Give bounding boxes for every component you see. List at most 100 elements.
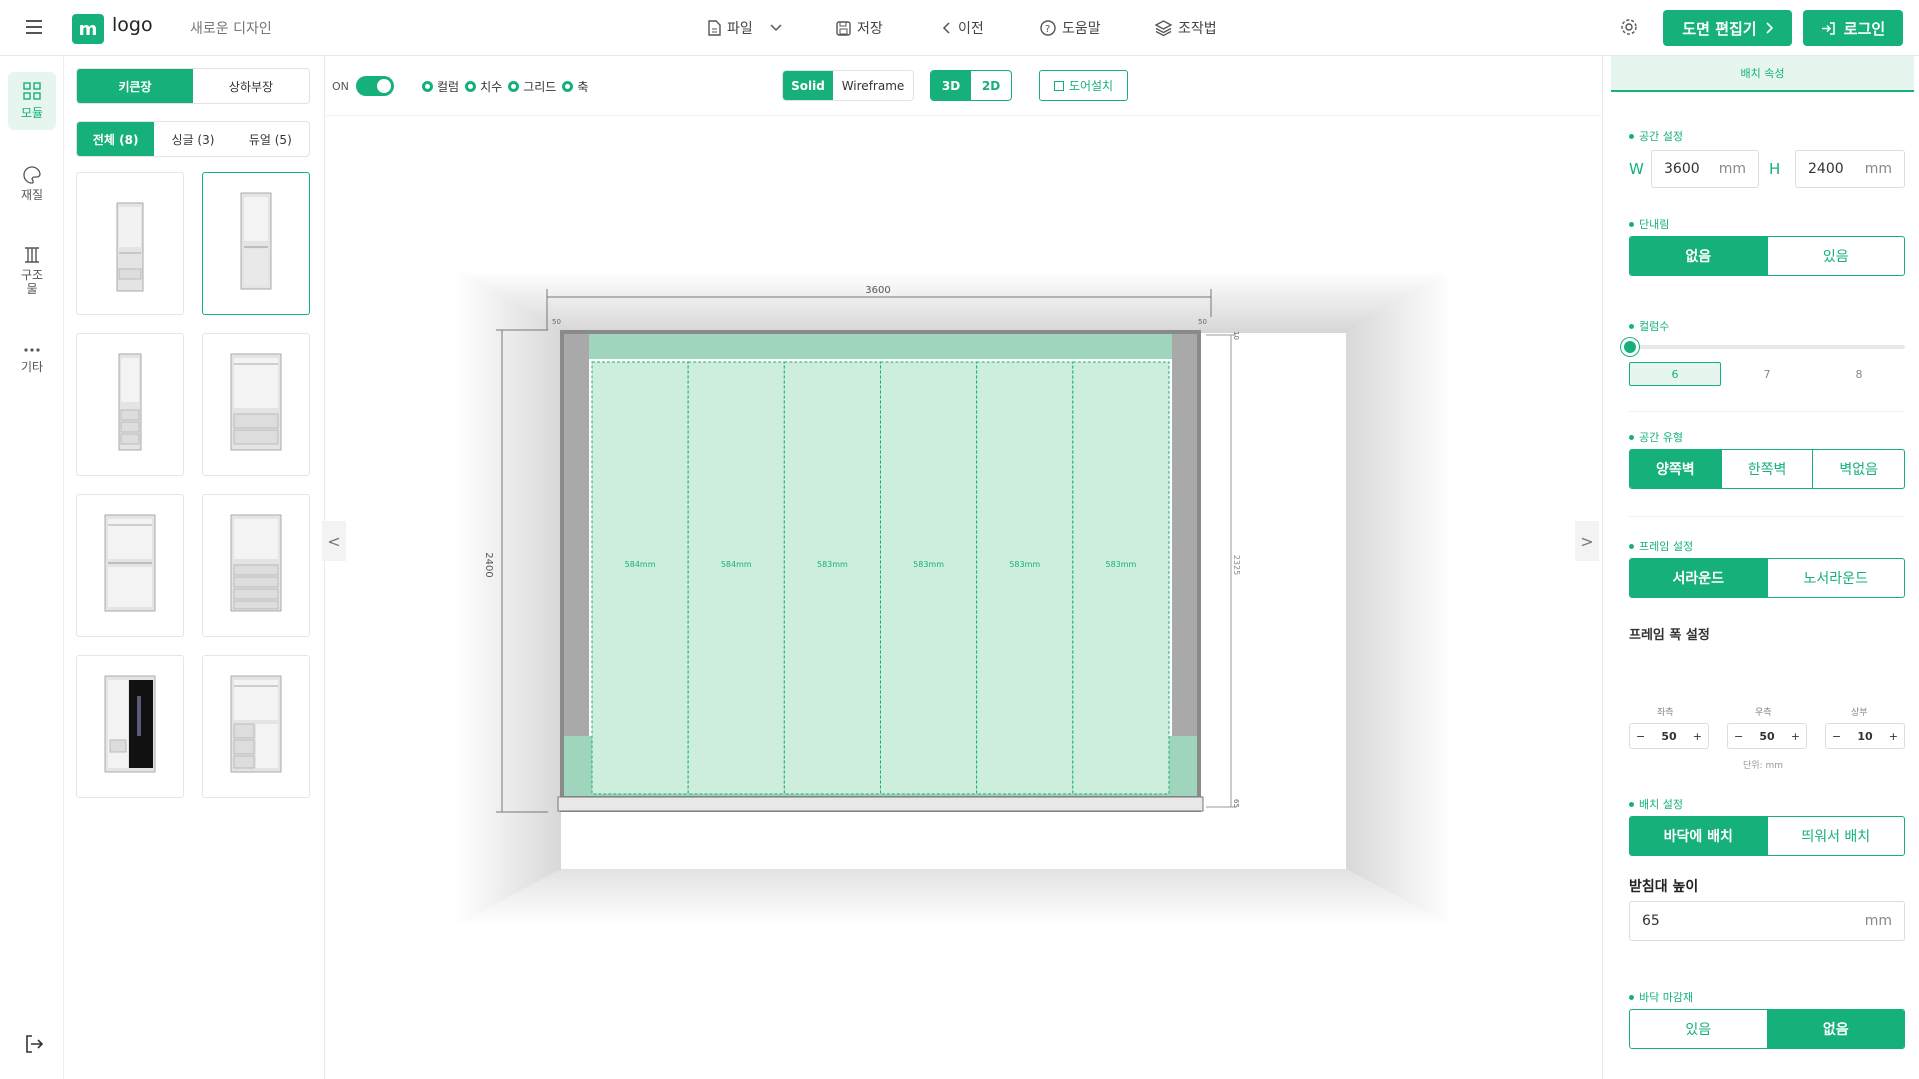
cabinet-right-panel bbox=[1172, 334, 1197, 796]
login-button[interactable]: 로그인 bbox=[1803, 10, 1903, 46]
column-slot[interactable] bbox=[687, 361, 785, 795]
height-label: H bbox=[1769, 160, 1781, 178]
viewport-canvas[interactable]: < > 584mm 584mm 583mm 583mm 583mm 583mm 3600 … bbox=[322, 117, 1601, 1079]
save-button[interactable]: 저장 bbox=[836, 16, 883, 40]
module-card[interactable] bbox=[76, 494, 184, 637]
inner-height-dimension-text: 2325 bbox=[1232, 555, 1241, 575]
module-card[interactable] bbox=[202, 172, 310, 315]
option-axis[interactable]: 축 bbox=[562, 78, 588, 95]
width-input[interactable]: 3600 mm bbox=[1651, 150, 1759, 188]
height-input[interactable]: 2400 mm bbox=[1795, 150, 1905, 188]
logout-icon[interactable] bbox=[24, 1034, 44, 1054]
help-button[interactable]: ? 도움말 bbox=[1040, 16, 1101, 40]
login-label: 로그인 bbox=[1843, 19, 1886, 38]
plus-icon[interactable]: + bbox=[1693, 730, 1702, 743]
step-yes-option[interactable]: 있음 bbox=[1766, 237, 1905, 275]
door-install-button[interactable]: 도어설치 bbox=[1039, 70, 1128, 101]
gear-icon[interactable] bbox=[1620, 18, 1638, 36]
base-plinth bbox=[557, 796, 1204, 812]
top-bar: m logo 새로운 디자인 파일 저장 이전 ? 도움말 조작법 도면 편집기… bbox=[0, 0, 1919, 56]
right-wall bbox=[1346, 272, 1451, 925]
tab-tall-cabinet[interactable]: 키큰장 bbox=[77, 69, 193, 103]
frame-surround-option[interactable]: 서라운드 bbox=[1630, 559, 1767, 597]
option-column[interactable]: 컬럼 bbox=[422, 78, 459, 95]
column-option-8[interactable]: 8 bbox=[1813, 362, 1905, 386]
module-card[interactable] bbox=[202, 333, 310, 476]
help-label: 도움말 bbox=[1062, 21, 1101, 37]
chevron-right-icon bbox=[1766, 22, 1773, 34]
view-dimension-switch: 3D 2D bbox=[930, 70, 1012, 101]
module-card[interactable] bbox=[76, 655, 184, 798]
display-toggle[interactable] bbox=[356, 76, 394, 96]
frame-top-stepper[interactable]: −10 + bbox=[1825, 723, 1905, 749]
place-float-option[interactable]: 띄워서 배치 bbox=[1766, 817, 1905, 855]
mode-solid[interactable]: Solid bbox=[783, 71, 833, 100]
module-card[interactable] bbox=[76, 333, 184, 476]
floor-finish-toggle: 있음 없음 bbox=[1629, 1009, 1905, 1049]
place-floor-option[interactable]: 바닥에 배치 bbox=[1630, 817, 1767, 855]
divider bbox=[1629, 411, 1905, 412]
minus-icon[interactable]: − bbox=[1832, 730, 1841, 743]
frame-no-surround-option[interactable]: 노서라운드 bbox=[1766, 559, 1905, 597]
filter-dual[interactable]: 듀얼 (5) bbox=[232, 122, 309, 156]
floor-finish-no[interactable]: 없음 bbox=[1766, 1010, 1904, 1048]
base-dimension-text: 65 bbox=[1232, 799, 1240, 808]
plus-icon[interactable]: + bbox=[1889, 730, 1898, 743]
cabinet-thumbnail bbox=[118, 353, 142, 451]
rail-item-module[interactable]: 모듈 bbox=[8, 72, 56, 130]
rail-item-structure[interactable]: 구조물 bbox=[8, 246, 56, 306]
plus-icon[interactable]: + bbox=[1791, 730, 1800, 743]
file-menu[interactable]: 파일 bbox=[707, 16, 783, 40]
column-width-label: 584mm bbox=[721, 560, 752, 569]
module-card[interactable] bbox=[202, 655, 310, 798]
view-toolbar: ON 컬럼 치수 그리드 축 Solid Wireframe 3D 2D 도어설… bbox=[326, 56, 1601, 116]
back-button[interactable]: 이전 bbox=[942, 16, 984, 40]
grid-icon bbox=[23, 82, 41, 100]
view-3d[interactable]: 3D bbox=[931, 71, 971, 100]
filter-single[interactable]: 싱글 (3) bbox=[154, 122, 231, 156]
column-option-6[interactable]: 6 bbox=[1629, 362, 1721, 386]
module-card[interactable] bbox=[76, 172, 184, 315]
filter-all[interactable]: 전체 (8) bbox=[77, 122, 155, 156]
option-dimension[interactable]: 치수 bbox=[465, 78, 502, 95]
frame-top-label: 상부 bbox=[1851, 708, 1868, 718]
space-type-toggle: 양쪽벽 한쪽벽 벽없음 bbox=[1629, 449, 1905, 489]
column-count-slider-handle[interactable] bbox=[1621, 338, 1639, 356]
column-slot[interactable] bbox=[591, 361, 689, 795]
frame-left-stepper[interactable]: −50 + bbox=[1629, 723, 1709, 749]
rail-item-etc[interactable]: 기타 bbox=[8, 346, 56, 386]
column-option-7[interactable]: 7 bbox=[1721, 362, 1813, 386]
login-icon bbox=[1821, 21, 1835, 35]
column-count-slider[interactable] bbox=[1629, 345, 1905, 349]
menu-icon[interactable] bbox=[26, 18, 44, 34]
column-slot[interactable] bbox=[976, 361, 1074, 795]
more-icon bbox=[24, 348, 40, 352]
design-name[interactable]: 새로운 디자인 bbox=[190, 18, 272, 38]
space-one-wall[interactable]: 한쪽벽 bbox=[1720, 450, 1813, 488]
frame-right-stepper[interactable]: −50 + bbox=[1727, 723, 1807, 749]
floor-finish-yes[interactable]: 있음 bbox=[1630, 1010, 1767, 1048]
option-grid[interactable]: 그리드 bbox=[508, 78, 556, 95]
minus-icon[interactable]: − bbox=[1734, 730, 1743, 743]
step-none-option[interactable]: 없음 bbox=[1630, 237, 1767, 275]
view-2d[interactable]: 2D bbox=[971, 71, 1011, 100]
module-card[interactable] bbox=[202, 494, 310, 637]
panel-tab-placement[interactable]: 배치 속성 bbox=[1611, 56, 1914, 92]
minus-icon[interactable]: − bbox=[1636, 730, 1645, 743]
controls-button[interactable]: 조작법 bbox=[1155, 16, 1217, 40]
tab-upper-lower-cabinet[interactable]: 상하부장 bbox=[193, 69, 309, 103]
cabinet-left-panel bbox=[564, 334, 589, 796]
left-frame-dimension: 50 bbox=[552, 318, 561, 326]
palette-icon bbox=[23, 166, 41, 184]
column-slot[interactable] bbox=[783, 361, 882, 795]
floor-wall bbox=[456, 869, 1451, 925]
base-height-input[interactable]: 65 mm bbox=[1629, 901, 1905, 941]
mode-wireframe[interactable]: Wireframe bbox=[833, 71, 913, 100]
edit-plan-button[interactable]: 도면 편집기 bbox=[1663, 10, 1792, 46]
space-no-wall[interactable]: 벽없음 bbox=[1812, 450, 1904, 488]
rail-item-material[interactable]: 재질 bbox=[8, 166, 56, 216]
column-slot[interactable] bbox=[880, 361, 978, 795]
space-both-walls[interactable]: 양쪽벽 bbox=[1630, 450, 1721, 488]
file-icon bbox=[708, 20, 721, 36]
column-slot[interactable] bbox=[1072, 361, 1170, 795]
